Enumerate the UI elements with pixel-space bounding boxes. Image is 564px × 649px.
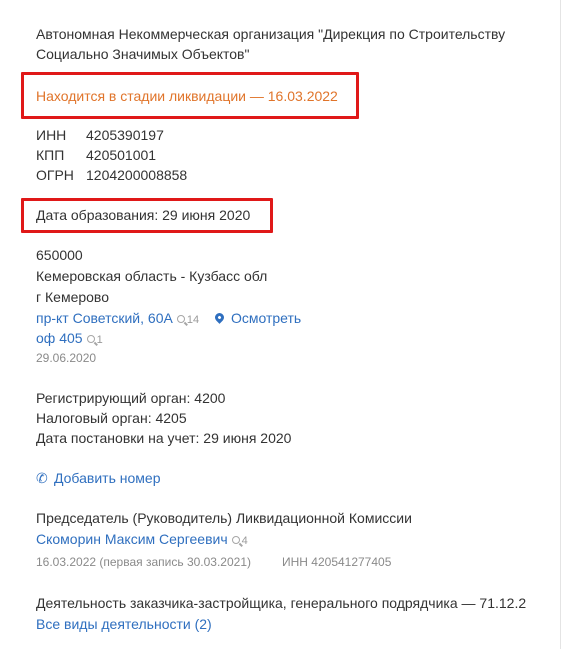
head-dates: 16.03.2022 (первая запись 30.03.2021) bbox=[36, 555, 251, 569]
company-name-line1: Автономная Некоммерческая организация "Д… bbox=[36, 26, 506, 42]
search-icon bbox=[176, 315, 185, 323]
company-name-line2: Социально Значимых Объектов" bbox=[36, 46, 250, 62]
add-phone-button[interactable]: ✆ Добавить номер bbox=[36, 468, 160, 488]
kpp-label: КПП bbox=[36, 147, 65, 163]
inn-value: 4205390197 bbox=[86, 127, 164, 143]
kpp-value: 420501001 bbox=[86, 147, 157, 163]
office-count-badge[interactable]: 1 bbox=[86, 334, 103, 346]
all-activities-link[interactable]: Все виды деятельности (2) bbox=[36, 614, 212, 634]
street-count-badge[interactable]: 14 bbox=[176, 314, 200, 326]
head-count-badge[interactable]: 4 bbox=[231, 535, 248, 547]
ogrn-label: ОГРН bbox=[36, 167, 74, 183]
street-count: 14 bbox=[186, 314, 200, 326]
inn-row: ИНН 4205390197 bbox=[36, 125, 164, 145]
address-street-row: пр-кт Советский, 60А 14 Осмотреть bbox=[36, 308, 301, 330]
address-street-link[interactable]: пр-кт Советский, 60А bbox=[36, 310, 173, 326]
address-office-row: оф 405 1 bbox=[36, 328, 103, 350]
ogrn-value: 1204200008858 bbox=[86, 167, 188, 183]
ogrn-row: ОГРН 1204200008858 bbox=[36, 165, 187, 185]
company-card: Автономная Некоммерческая организация "Д… bbox=[0, 0, 561, 649]
add-phone-label: Добавить номер bbox=[54, 470, 161, 486]
main-activity: Деятельность заказчика-застройщика, гене… bbox=[36, 595, 527, 611]
search-icon bbox=[86, 335, 95, 343]
address-zip: 650000 bbox=[36, 247, 83, 263]
registration-date: Дата постановки на учет: 29 июня 2020 bbox=[36, 430, 292, 446]
head-name-row: Скоморин Максим Сергеевич 4 bbox=[36, 529, 248, 551]
location-pin-icon bbox=[213, 311, 226, 324]
tax-authority: Налоговый орган: 4205 bbox=[36, 410, 187, 426]
kpp-row: КПП 420501001 bbox=[36, 145, 156, 165]
liquidation-status: Находится в стадии ликвидации — 16.03.20… bbox=[36, 88, 338, 104]
head-inn: ИНН 420541277405 bbox=[282, 555, 392, 569]
registration-authority: Регистрирующий орган: 4200 bbox=[36, 390, 226, 406]
head-name-link[interactable]: Скоморин Максим Сергеевич bbox=[36, 531, 228, 547]
formation-date: Дата образования: 29 июня 2020 bbox=[36, 207, 251, 223]
address-region: Кемеровская область - Кузбасс обл bbox=[36, 268, 268, 284]
phone-icon: ✆ bbox=[36, 470, 48, 486]
address-date: 29.06.2020 bbox=[36, 351, 97, 365]
view-location-label: Осмотреть bbox=[230, 310, 302, 326]
head-role: Председатель (Руководитель) Ликвидационн… bbox=[36, 510, 412, 526]
search-icon bbox=[231, 536, 240, 544]
view-location-button[interactable]: Осмотреть bbox=[213, 310, 302, 326]
address-city: г Кемерово bbox=[36, 289, 109, 305]
inn-label: ИНН bbox=[36, 127, 67, 143]
address-office-link[interactable]: оф 405 bbox=[36, 330, 83, 346]
